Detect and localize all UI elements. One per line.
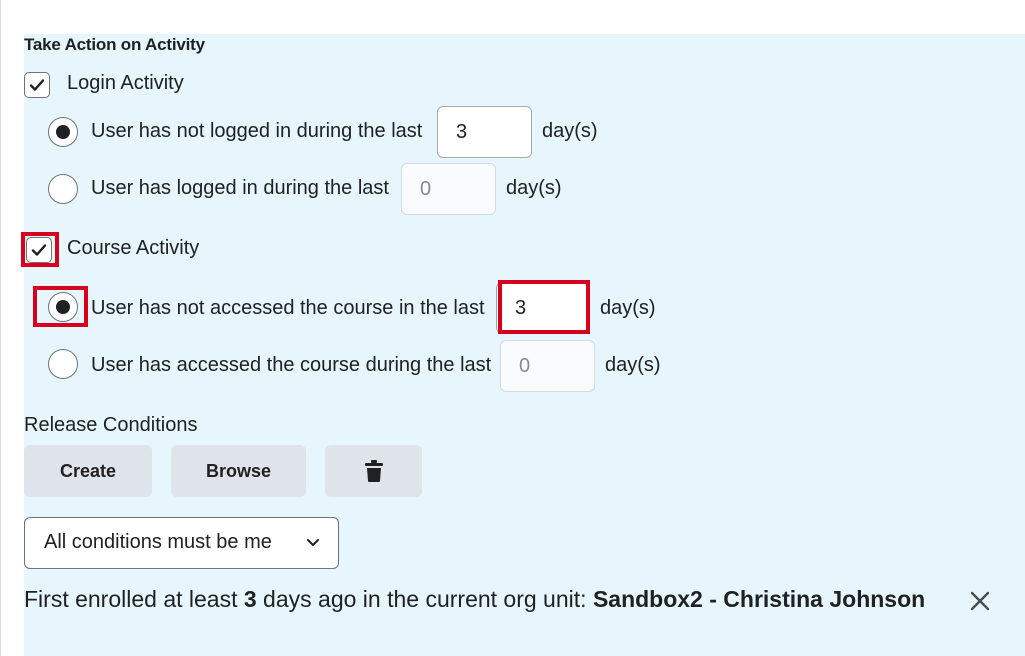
create-button[interactable]: Create	[24, 445, 152, 497]
radio-selected-dot	[56, 125, 70, 139]
radio-accessed[interactable]	[48, 349, 78, 379]
course-activity-label: Course Activity	[67, 237, 200, 259]
login-activity-label: Login Activity	[67, 72, 184, 94]
accessed-unit: day(s)	[605, 354, 661, 376]
delete-button[interactable]	[325, 445, 422, 497]
release-condition-text: First enrolled at least 3 days ago in th…	[24, 586, 925, 613]
condition-days: 3	[243, 586, 257, 612]
radio-logged-in-label: User has logged in during the last	[91, 177, 389, 199]
radio-logged-in[interactable]	[48, 174, 78, 204]
logged-in-days-input[interactable]	[401, 163, 496, 215]
radio-not-logged-in[interactable]	[48, 117, 78, 147]
section-title: Take Action on Activity	[24, 35, 205, 54]
not-accessed-unit: day(s)	[600, 297, 656, 319]
radio-accessed-label: User has accessed the course during the …	[91, 354, 492, 376]
conditions-select[interactable]: All conditions must be me	[24, 517, 339, 569]
checkmark-icon	[29, 79, 45, 91]
condition-org-unit: Sandbox2 - Christina Johnson	[592, 586, 926, 612]
logged-in-unit: day(s)	[506, 177, 562, 199]
not-logged-in-days-input[interactable]	[437, 106, 532, 158]
accessed-days-input[interactable]	[500, 340, 595, 392]
radio-not-accessed-label: User has not accessed the course in the …	[91, 297, 485, 319]
conditions-select-value: All conditions must be me	[44, 531, 272, 553]
condition-prefix: First enrolled at least	[24, 586, 244, 612]
days-input-highlight	[498, 280, 590, 334]
radio-not-accessed-highlight	[33, 286, 88, 327]
not-logged-in-unit: day(s)	[542, 120, 598, 142]
radio-not-logged-in-label: User has not logged in during the last	[91, 120, 423, 142]
trash-icon	[364, 460, 383, 482]
browse-button[interactable]: Browse	[171, 445, 306, 497]
release-conditions-heading: Release Conditions	[24, 414, 198, 436]
left-border	[0, 0, 1, 656]
course-checkbox-highlight	[21, 232, 59, 267]
close-icon[interactable]	[968, 589, 992, 613]
condition-middle: days ago in the current org unit:	[256, 586, 593, 612]
login-activity-checkbox[interactable]	[24, 72, 50, 98]
chevron-down-icon	[307, 539, 319, 546]
